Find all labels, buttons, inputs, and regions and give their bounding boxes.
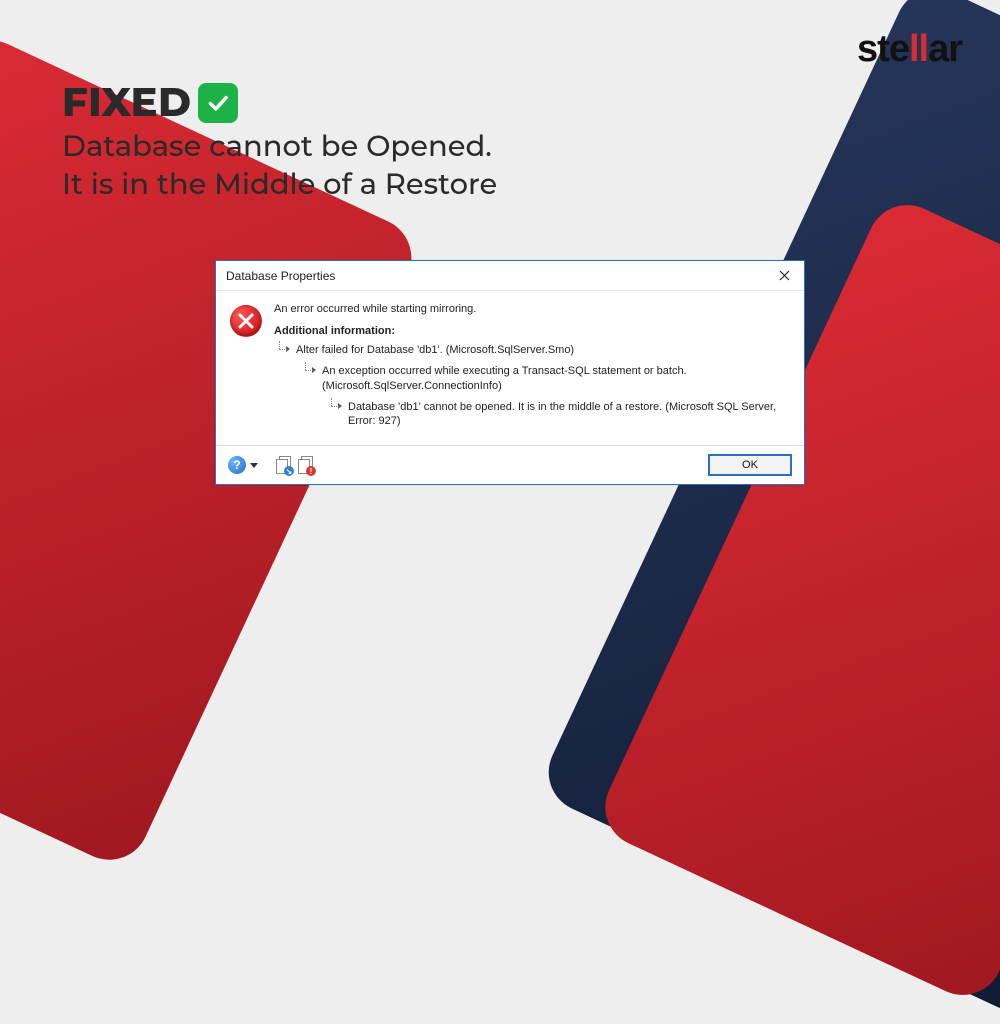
error-tree-text-3: Database 'db1' cannot be opened. It is i… [348,400,790,430]
tree-arrow-icon [330,401,344,413]
error-tree-item: An exception occurred while executing a … [274,364,790,394]
checkmark-icon [198,83,238,123]
additional-info-heading: Additional information: [274,325,790,337]
dialog-footer: ? ↘ ! OK [216,445,804,484]
dialog-title: Database Properties [226,269,335,283]
ok-button[interactable]: OK [708,454,792,476]
logo-text-post: ar [928,28,962,70]
help-icon[interactable]: ? [228,456,246,474]
tree-arrow-icon [278,344,292,356]
copy-details-button[interactable]: ↘ [276,456,292,474]
show-details-button[interactable]: ! [298,456,314,474]
logo-text-pre: ste [857,28,909,70]
brand-logo: stellar [857,28,962,71]
error-main-message: An error occurred while starting mirrori… [274,303,790,315]
tree-arrow-icon [304,365,318,377]
copy-badge-icon: ↘ [284,466,294,476]
close-icon [779,270,790,281]
details-badge-icon: ! [306,466,316,476]
error-icon [230,305,262,337]
logo-text-accent: ll [909,28,928,70]
error-tree-text-1: Alter failed for Database 'db1'. (Micros… [296,343,574,358]
dialog-titlebar: Database Properties [216,261,804,291]
help-dropdown-icon[interactable] [250,463,258,468]
error-tree-text-2: An exception occurred while executing a … [322,364,790,394]
subheading-line2: It is in the Middle of a Restore [62,167,497,203]
subheading-line1: Database cannot be Opened. [62,129,497,165]
error-tree-item: Database 'db1' cannot be opened. It is i… [274,400,790,430]
error-dialog: Database Properties An error occurred wh… [215,260,805,485]
close-button[interactable] [772,266,796,286]
error-tree-item: Alter failed for Database 'db1'. (Micros… [274,343,790,358]
dialog-body: An error occurred while starting mirrori… [216,291,804,445]
page-heading: FIXED Database cannot be Opened. It is i… [62,78,497,204]
fixed-label: FIXED [62,78,192,127]
